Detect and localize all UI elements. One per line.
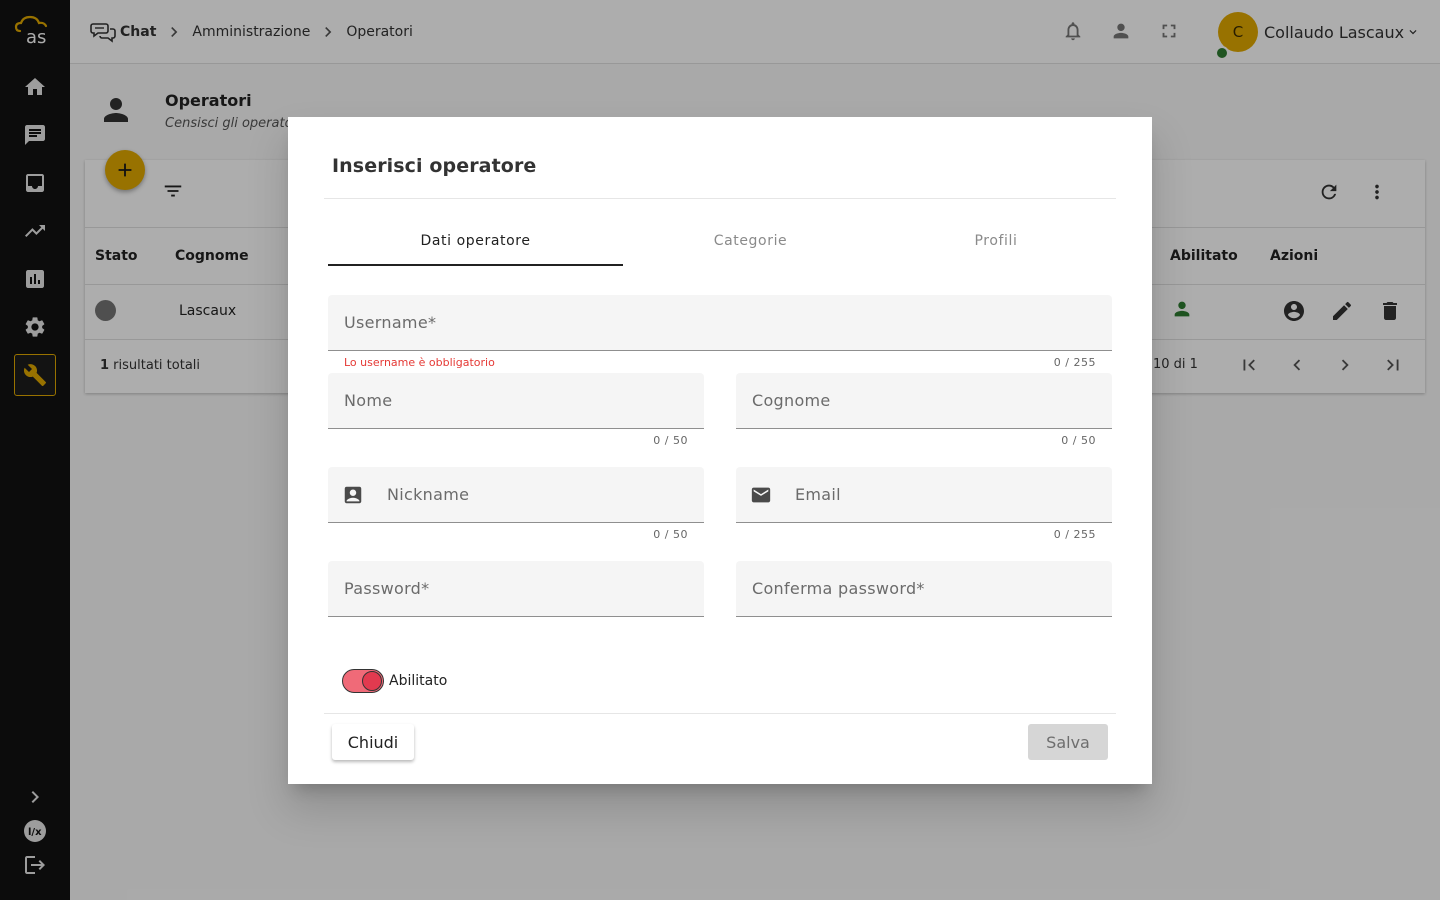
dialog-divider — [324, 198, 1116, 199]
password-field[interactable]: Password* — [328, 561, 704, 617]
nome-counter: 0 / 50 — [653, 434, 688, 447]
tab-dati-operatore[interactable]: Dati operatore — [328, 233, 623, 249]
nickname-field[interactable]: Nickname — [328, 467, 704, 523]
abilitato-toggle[interactable] — [342, 669, 384, 693]
email-field[interactable]: Email — [736, 467, 1112, 523]
cognome-field[interactable]: Cognome — [736, 373, 1112, 429]
cognome-label: Cognome — [752, 391, 831, 410]
tab-categorie[interactable]: Categorie — [623, 233, 878, 249]
username-counter: 0 / 255 — [1053, 356, 1096, 369]
email-icon — [751, 487, 771, 503]
nickname-counter: 0 / 50 — [653, 528, 688, 541]
username-error: Lo username è obbligatorio — [344, 356, 495, 369]
close-button[interactable]: Chiudi — [332, 724, 414, 760]
nome-field[interactable]: Nome — [328, 373, 704, 429]
insert-operator-dialog: Inserisci operatore Dati operatore Categ… — [288, 117, 1152, 784]
tab-profili[interactable]: Profili — [878, 233, 1114, 249]
save-button[interactable]: Salva — [1028, 724, 1108, 760]
nome-label: Nome — [344, 391, 393, 410]
email-label: Email — [795, 485, 841, 504]
active-tab-indicator — [328, 264, 623, 266]
confirm-password-label: Conferma password* — [752, 579, 925, 598]
toggle-thumb — [362, 671, 382, 691]
email-counter: 0 / 255 — [1053, 528, 1096, 541]
username-label: Username* — [344, 313, 437, 332]
cognome-counter: 0 / 50 — [1061, 434, 1096, 447]
password-label: Password* — [344, 579, 430, 598]
contact-card-icon — [344, 486, 362, 504]
dialog-actions-divider — [324, 713, 1116, 714]
username-field[interactable]: Username* — [328, 295, 1112, 351]
abilitato-toggle-label[interactable]: Abilitato — [389, 673, 447, 689]
confirm-password-field[interactable]: Conferma password* — [736, 561, 1112, 617]
dialog-title: Inserisci operatore — [332, 155, 537, 177]
nickname-label: Nickname — [387, 485, 470, 504]
